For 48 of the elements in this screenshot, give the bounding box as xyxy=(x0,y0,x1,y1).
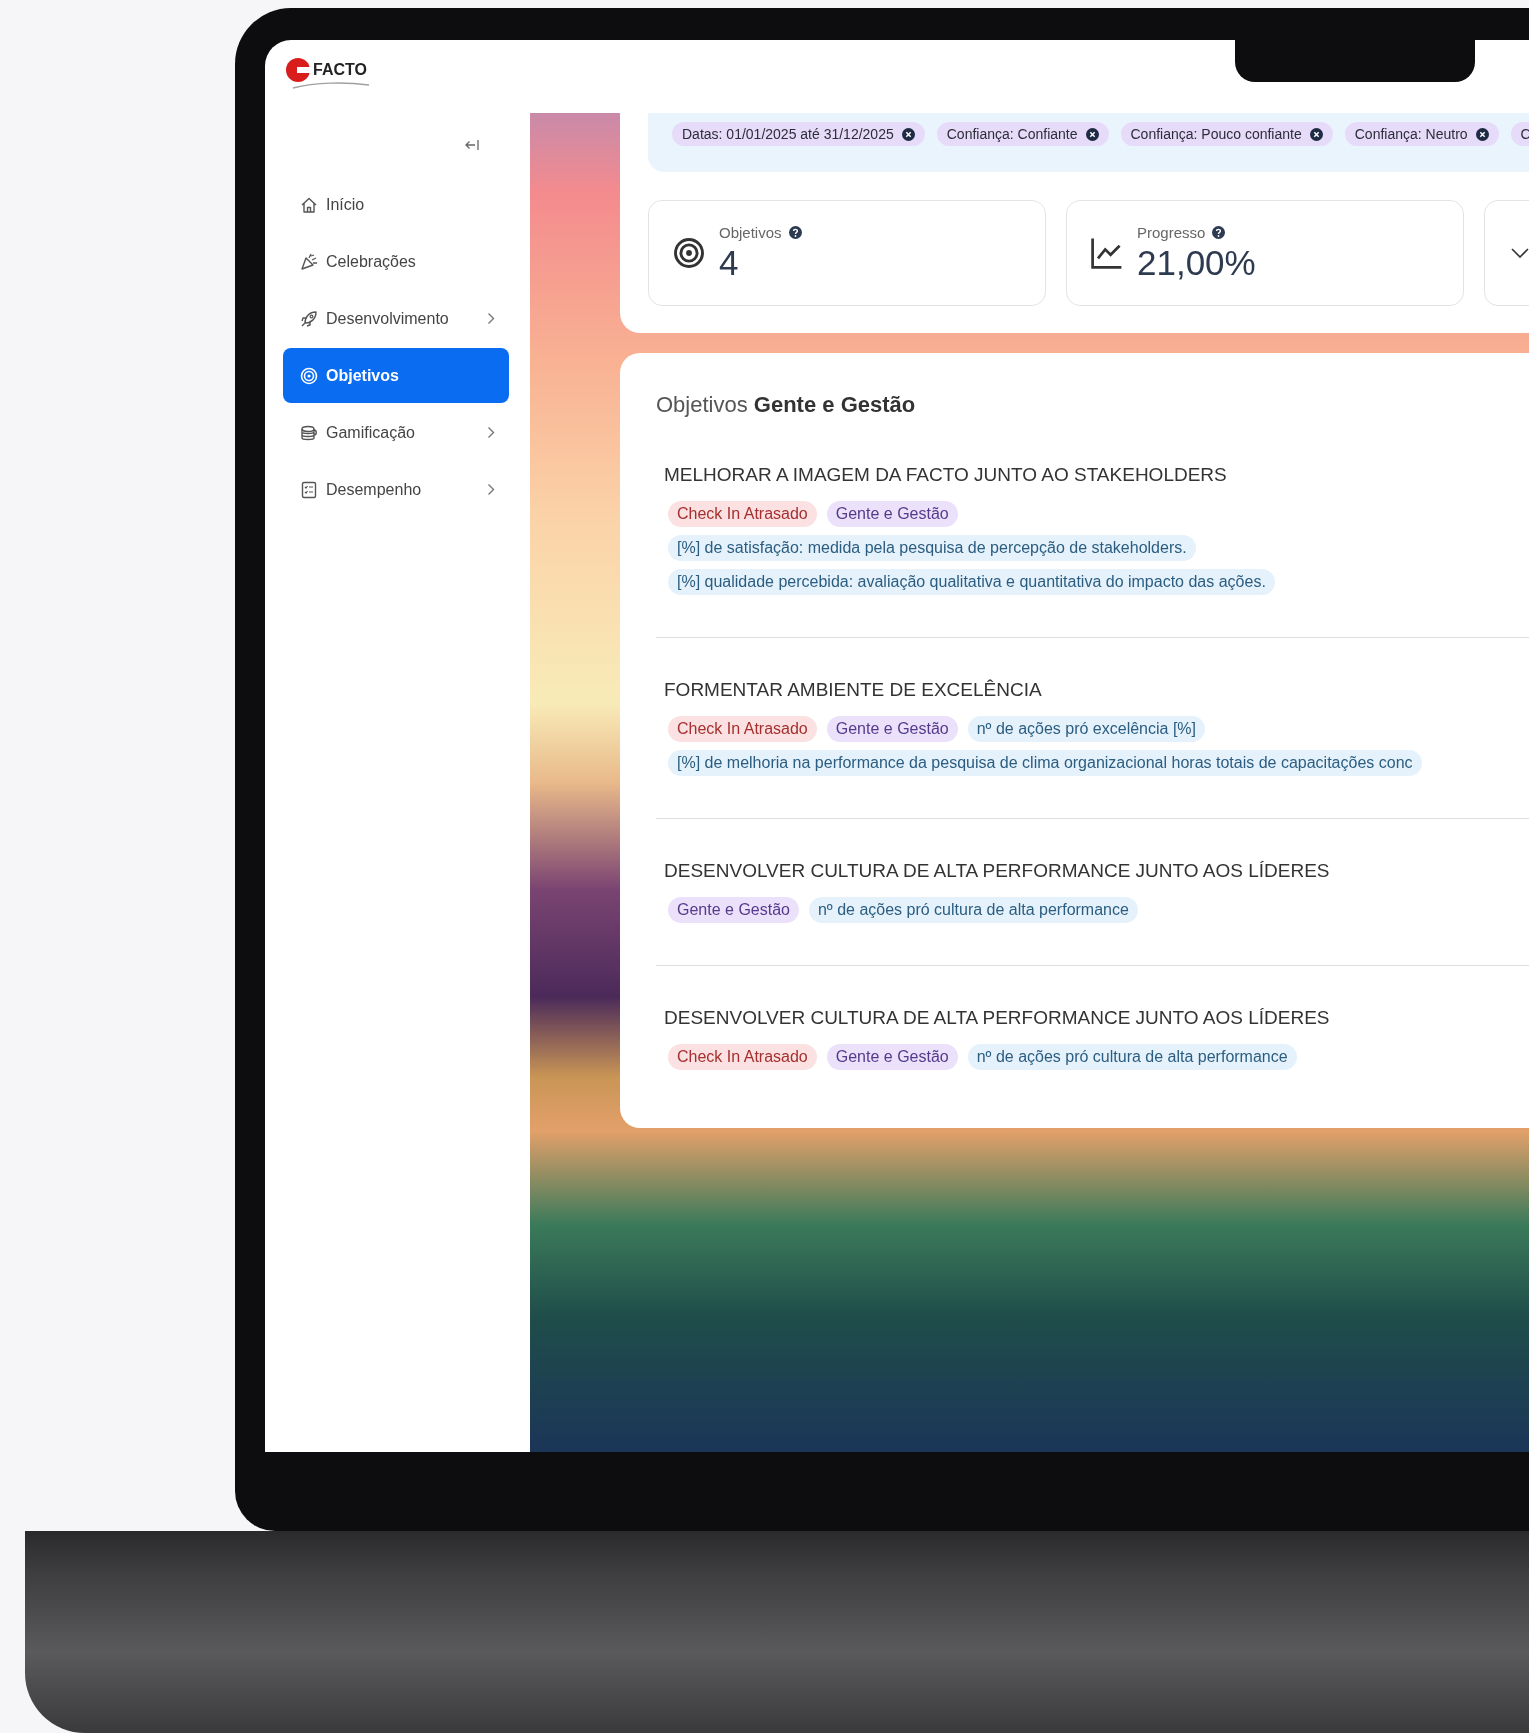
filter-chip[interactable]: Confiança: Neutro xyxy=(1344,122,1499,146)
close-icon xyxy=(901,127,915,141)
area-tag: Gente e Gestão xyxy=(826,716,958,742)
indicator-tag: nº de ações pró cultura de alta performance xyxy=(808,897,1138,923)
logo-swoosh-icon xyxy=(291,81,371,91)
stat-value: 21,00% xyxy=(1137,242,1256,283)
stat-label: Objetivos xyxy=(719,223,782,241)
objective-title: FORMENTAR AMBIENTE DE EXCELÊNCIA xyxy=(664,678,1043,702)
status-tag: Check In Atrasado xyxy=(668,716,817,742)
indicator-tag: [%] de melhoria na performance da pesquisa de clima organizacional horas totais de capacitações conc xyxy=(668,750,1422,776)
stat-label: Progresso xyxy=(1137,223,1206,241)
close-icon xyxy=(1309,127,1323,141)
filter-chip[interactable]: Confiança: Confiante xyxy=(936,122,1109,146)
chevron-down-icon xyxy=(1511,248,1529,258)
objective-title: MELHORAR A IMAGEM DA FACTO JUNTO AO STAKEHOLDERS xyxy=(664,463,1228,487)
party-popper-icon xyxy=(299,251,319,272)
nav-item[interactable]: Gamificação xyxy=(283,405,509,460)
rocket-icon xyxy=(299,308,319,329)
help-icon xyxy=(788,225,802,239)
nav-item[interactable]: Desenvolvimento xyxy=(283,291,509,346)
target-icon xyxy=(671,235,707,271)
objective-title: DESENVOLVER CULTURA DE ALTA PERFORMANCE JUNTO AOS LÍDERES xyxy=(664,859,1331,883)
brand-name: FACTO xyxy=(313,61,367,79)
indicator-tag: [%] qualidade percebida: avaliação qualitativa e quantitativa do impacto das ações. xyxy=(668,569,1275,595)
stat-value: 4 xyxy=(719,242,740,283)
nav-item[interactable]: Desempenho xyxy=(283,462,509,517)
status-tag: Check In Atrasado xyxy=(668,501,817,527)
collapse-sidebar-icon xyxy=(465,139,479,151)
indicator-tag: nº de ações pró excelência [%] xyxy=(967,716,1206,742)
checklist-icon xyxy=(299,479,319,500)
status-tag: Check In Atrasado xyxy=(668,1044,817,1070)
filter-chip[interactable]: Confiança: Pouco confiante xyxy=(1120,122,1333,146)
area-tag: Gente e Gestão xyxy=(668,897,799,923)
indicator-tag: [%] de satisfação: medida pela pesquisa de percepção de stakeholders. xyxy=(668,535,1196,561)
close-icon xyxy=(1475,127,1489,141)
logo-mark-icon xyxy=(285,57,311,83)
nav-item[interactable]: Início xyxy=(283,177,509,232)
area-tag: Gente e Gestão xyxy=(826,1044,958,1070)
section-title: Objetivos Gente e Gestão xyxy=(656,391,917,419)
indicator-tag: nº de ações pró cultura de alta performance xyxy=(967,1044,1297,1070)
objective-title: DESENVOLVER CULTURA DE ALTA PERFORMANCE JUNTO AOS LÍDERES xyxy=(664,1006,1331,1030)
target-icon xyxy=(299,365,319,386)
nav-item[interactable]: Celebrações xyxy=(283,234,509,289)
filter-chip[interactable]: Datas: 01/01/2025 até 31/12/2025 xyxy=(672,122,925,146)
close-icon xyxy=(1085,127,1099,141)
help-icon xyxy=(1212,225,1226,239)
area-tag: Gente e Gestão xyxy=(826,501,958,527)
nav-item[interactable]: Objetivos xyxy=(283,348,509,403)
